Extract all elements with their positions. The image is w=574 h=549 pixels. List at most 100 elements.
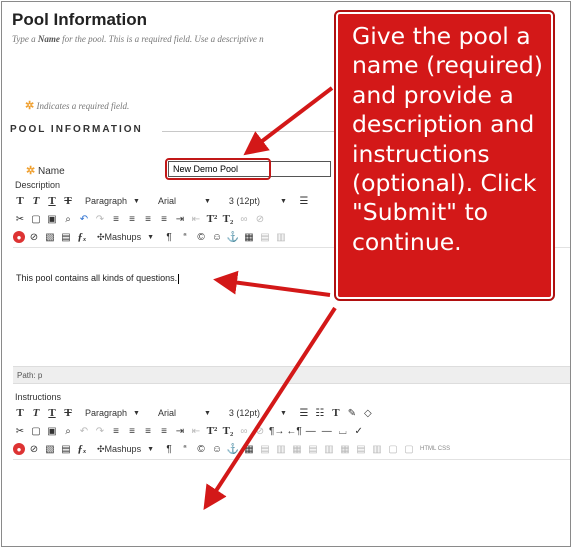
bullet-list-icon[interactable]: ☰ <box>297 406 311 420</box>
redo-icon[interactable]: ↷ <box>93 424 107 438</box>
italic-icon[interactable]: T <box>29 194 43 208</box>
paragraph-select[interactable]: Paragraph ▼ <box>81 194 144 208</box>
superscript-icon[interactable]: T² <box>205 212 219 226</box>
align-justify-icon[interactable]: ≡ <box>157 212 171 226</box>
align-left-icon[interactable]: ≡ <box>109 424 123 438</box>
strikethrough-icon[interactable]: T <box>61 194 75 208</box>
cut-icon[interactable]: ✂ <box>13 424 27 438</box>
mashups-label: Mashups <box>104 444 142 454</box>
cut-icon[interactable]: ✂ <box>13 212 27 226</box>
strikethrough-icon[interactable]: T <box>61 406 75 420</box>
table-column-icon[interactable]: ▥ <box>274 442 288 456</box>
indent-icon[interactable]: ⇥ <box>173 212 187 226</box>
insert-link-icon[interactable]: ⊘ <box>27 442 41 456</box>
table-row-icon[interactable]: ▤ <box>258 442 272 456</box>
unlink-icon[interactable]: ⊘ <box>253 212 267 226</box>
table-insert-icon[interactable]: ▥ <box>370 442 384 456</box>
link-icon[interactable]: ∞ <box>237 212 251 226</box>
align-center-icon[interactable]: ≡ <box>125 212 139 226</box>
superscript-icon[interactable]: T² <box>205 424 219 438</box>
mashups-select[interactable]: ✣ Mashups ▼ <box>93 442 158 456</box>
undo-icon[interactable]: ↶ <box>77 212 91 226</box>
table-icon[interactable]: ▦ <box>242 230 256 244</box>
insert-image-icon[interactable]: ▧ <box>43 442 57 456</box>
align-center-icon[interactable]: ≡ <box>125 424 139 438</box>
html-source-button[interactable]: HTML CSS <box>418 446 452 452</box>
table-column-icon[interactable]: ▥ <box>274 230 288 244</box>
text-style-icon[interactable]: T <box>13 406 27 420</box>
horizontal-line-icon[interactable]: — <box>320 424 334 438</box>
math-icon[interactable]: ƒₓ <box>75 442 89 456</box>
paste-icon[interactable]: ▣ <box>45 212 59 226</box>
copyright-icon[interactable]: © <box>194 442 208 456</box>
table-split-icon[interactable]: ▥ <box>322 442 336 456</box>
subscript-icon[interactable]: T₂ <box>221 212 235 226</box>
copy-icon[interactable]: ▢ <box>29 424 43 438</box>
highlight-icon[interactable]: ✎ <box>345 406 359 420</box>
table-props-icon[interactable]: ▤ <box>354 442 368 456</box>
paste-icon[interactable]: ▣ <box>45 424 59 438</box>
undo-icon[interactable]: ↶ <box>77 424 91 438</box>
anchor-icon[interactable]: ⚓ <box>226 442 240 456</box>
math-icon[interactable]: ƒₓ <box>75 230 89 244</box>
subscript-icon[interactable]: T₂ <box>221 424 235 438</box>
quote-icon[interactable]: “ <box>178 442 192 456</box>
horizontal-rule-icon[interactable]: — <box>304 424 318 438</box>
emoticon-icon[interactable]: ☺ <box>210 442 224 456</box>
copy-icon[interactable]: ▢ <box>29 212 43 226</box>
insert-media-icon[interactable]: ▤ <box>59 230 73 244</box>
insert-link-icon[interactable]: ⊘ <box>27 230 41 244</box>
underline-icon[interactable]: T <box>45 194 59 208</box>
ltr-icon[interactable]: ¶→ <box>269 424 284 438</box>
chevron-down-icon: ▼ <box>203 409 211 417</box>
outdent-icon[interactable]: ⇤ <box>189 212 203 226</box>
text-color-icon[interactable]: T <box>329 406 343 420</box>
copyright-icon[interactable]: © <box>194 230 208 244</box>
size-select[interactable]: 3 (12pt) ▼ <box>225 406 291 420</box>
spellcheck-menu-icon[interactable]: ✓ <box>352 424 366 438</box>
quote-icon[interactable]: “ <box>178 230 192 244</box>
underline-icon[interactable]: T <box>45 406 59 420</box>
table-merge-icon[interactable]: ▤ <box>306 442 320 456</box>
insert-image-icon[interactable]: ▧ <box>43 230 57 244</box>
paragraph-select[interactable]: Paragraph ▼ <box>81 406 144 420</box>
instructions-editor[interactable] <box>13 459 570 546</box>
description-text[interactable]: This pool contains all kinds of question… <box>16 273 180 284</box>
table-cell-icon[interactable]: ▦ <box>290 442 304 456</box>
font-select[interactable]: Arial ▼ <box>154 194 215 208</box>
numbered-list-icon[interactable]: ☷ <box>313 406 327 420</box>
unlink-icon[interactable]: ⊘ <box>253 424 267 438</box>
content-collection-icon[interactable]: ● <box>13 443 25 455</box>
outdent-icon[interactable]: ⇤ <box>189 424 203 438</box>
italic-icon[interactable]: T <box>29 406 43 420</box>
paragraph-mark-icon[interactable]: ¶ <box>162 230 176 244</box>
align-left-icon[interactable]: ≡ <box>109 212 123 226</box>
link-icon[interactable]: ∞ <box>237 424 251 438</box>
rtl-icon[interactable]: ←¶ <box>286 424 301 438</box>
find-icon[interactable]: ⌕ <box>61 212 75 226</box>
bullet-list-icon[interactable]: ☰ <box>297 194 311 208</box>
align-right-icon[interactable]: ≡ <box>141 212 155 226</box>
emoticon-icon[interactable]: ☺ <box>210 230 224 244</box>
table-icon[interactable]: ▦ <box>242 442 256 456</box>
fullscreen-icon[interactable]: ▢ <box>386 442 400 456</box>
redo-icon[interactable]: ↷ <box>93 212 107 226</box>
anchor-icon[interactable]: ⚓ <box>226 230 240 244</box>
find-icon[interactable]: ⌕ <box>61 424 75 438</box>
chevron-down-icon: ▼ <box>147 445 155 453</box>
align-right-icon[interactable]: ≡ <box>141 424 155 438</box>
size-select[interactable]: 3 (12pt) ▼ <box>225 194 291 208</box>
table-delete-icon[interactable]: ▦ <box>338 442 352 456</box>
eraser-icon[interactable]: ◇ <box>361 406 375 420</box>
spellcheck-icon[interactable]: ⌴ <box>336 424 350 438</box>
preview-icon[interactable]: ▢ <box>402 442 416 456</box>
table-row-icon[interactable]: ▤ <box>258 230 272 244</box>
content-collection-icon[interactable]: ● <box>13 231 25 243</box>
mashups-select[interactable]: ✣ Mashups ▼ <box>93 230 158 244</box>
font-select[interactable]: Arial ▼ <box>154 406 215 420</box>
insert-media-icon[interactable]: ▤ <box>59 442 73 456</box>
text-style-icon[interactable]: T <box>13 194 27 208</box>
paragraph-mark-icon[interactable]: ¶ <box>162 442 176 456</box>
align-justify-icon[interactable]: ≡ <box>157 424 171 438</box>
indent-icon[interactable]: ⇥ <box>173 424 187 438</box>
